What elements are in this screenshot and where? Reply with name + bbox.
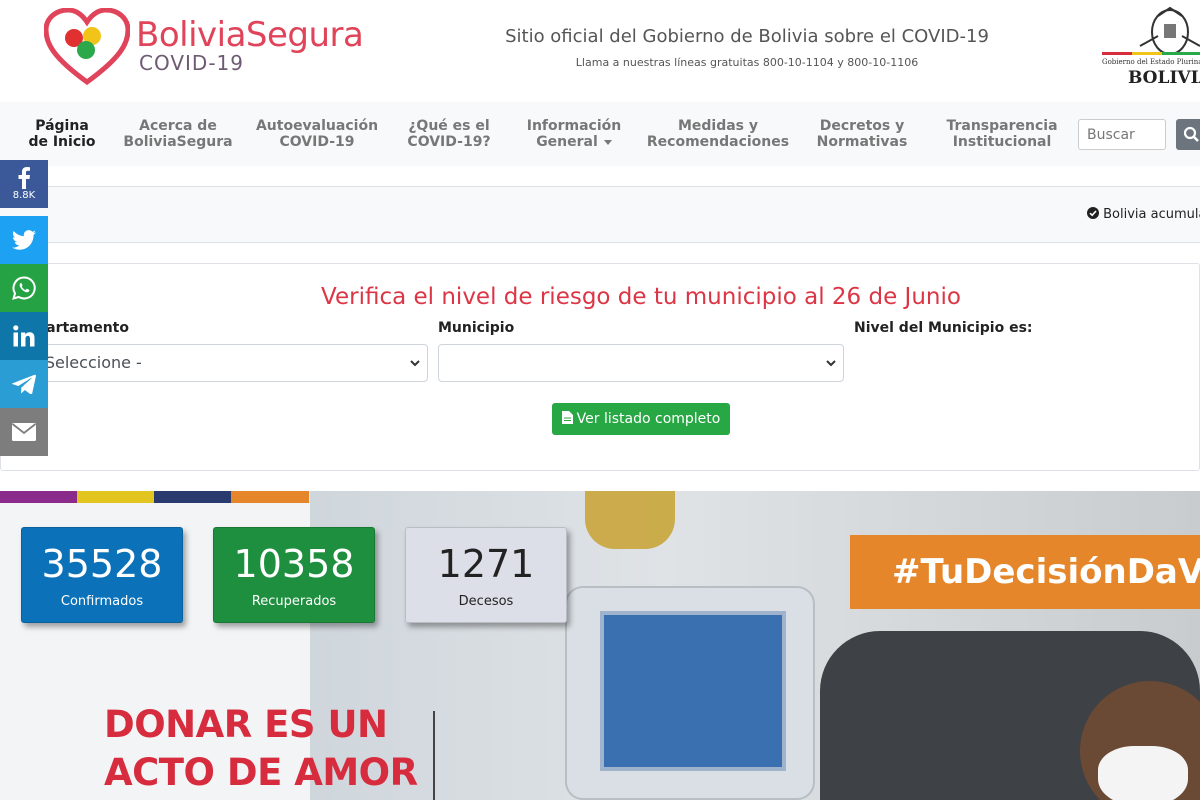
color-stripe xyxy=(154,491,231,503)
nav-label: General xyxy=(536,134,598,150)
nav-label: Recomendaciones xyxy=(646,134,790,150)
ticker-item[interactable]: Bolivia acumula xyxy=(1087,207,1200,222)
risk-checker-panel: Verifica el nivel de riesgo de tu munici… xyxy=(0,263,1200,471)
nav-label: Institucional xyxy=(952,134,1052,150)
nav-label: Medidas y xyxy=(677,118,759,134)
nav-label: Normativas xyxy=(816,134,908,150)
stat-value: 35528 xyxy=(41,542,163,586)
nav-label: Decretos y xyxy=(819,118,905,134)
stat-label: Recuperados xyxy=(251,594,337,609)
nav-label: Autoevaluación xyxy=(255,118,379,134)
nav-item-acerca[interactable]: Acerca de BoliviaSegura xyxy=(118,118,238,150)
site-header: BoliviaSegura COVID-19 Sitio oficial del… xyxy=(0,0,1200,102)
share-email-button[interactable] xyxy=(0,408,48,456)
risk-title: Verifica el nivel de riesgo de tu munici… xyxy=(321,284,961,310)
main-navbar: Página de Inicio Acerca de BoliviaSegura… xyxy=(0,102,1200,166)
site-logo[interactable]: BoliviaSegura COVID-19 xyxy=(44,8,389,88)
coat-of-arms-icon xyxy=(1102,6,1200,55)
file-icon xyxy=(561,411,573,424)
ver-listado-button[interactable]: Ver listado completo xyxy=(552,403,730,435)
gov-country-text: BOLIVIA xyxy=(1128,68,1200,88)
nav-label: Acerca de xyxy=(139,118,217,134)
envelope-icon xyxy=(12,423,36,441)
nav-label: ¿Qué es el xyxy=(408,118,490,134)
donation-slogan: DONAR ES UN ACTO DE AMOR xyxy=(104,701,418,797)
share-twitter-button[interactable] xyxy=(0,216,48,264)
telegram-icon xyxy=(12,374,36,394)
nav-item-inicio[interactable]: Página de Inicio xyxy=(22,118,102,150)
check-circle-icon xyxy=(1087,207,1099,219)
nav-label: Información xyxy=(526,118,622,134)
share-whatsapp-button[interactable] xyxy=(0,264,48,312)
stat-label: Decesos xyxy=(458,594,514,609)
hero-banner: #TuDecisiónDaVida 35528 Confirmados 1035… xyxy=(0,491,1200,800)
linkedin-icon xyxy=(13,325,35,347)
hotline-text: Llama a nuestras líneas gratuitas 800-10… xyxy=(575,56,919,69)
search-input[interactable] xyxy=(1078,119,1166,150)
share-telegram-button[interactable] xyxy=(0,360,48,408)
nav-label: COVID-19? xyxy=(407,134,491,150)
stat-decesos-card[interactable]: 1271 Decesos xyxy=(405,527,567,623)
color-stripe xyxy=(0,491,77,503)
slogan-line: ACTO DE AMOR xyxy=(104,751,418,794)
nivel-label: Nivel del Municipio es: xyxy=(854,320,1033,336)
stat-confirmados-card[interactable]: 35528 Confirmados xyxy=(21,527,183,623)
stat-recuperados-card[interactable]: 10358 Recuperados xyxy=(213,527,375,623)
nav-item-que-es[interactable]: ¿Qué es el COVID-19? xyxy=(398,118,500,150)
divider xyxy=(433,711,435,800)
ticker-text: Bolivia acumula xyxy=(1103,207,1200,222)
nav-label: BoliviaSegura xyxy=(123,134,233,150)
chevron-down-icon xyxy=(826,360,836,367)
slogan-line: DONAR ES UN xyxy=(104,703,388,746)
color-stripe xyxy=(77,491,154,503)
caret-down-icon xyxy=(603,139,612,145)
gov-small-text: Gobierno del Estado Plurinacional de xyxy=(1102,58,1200,66)
municipio-select[interactable] xyxy=(438,344,844,382)
ver-listado-label: Ver listado completo xyxy=(576,411,721,427)
share-facebook-button[interactable]: 8.8K xyxy=(0,160,48,208)
facebook-icon xyxy=(18,167,30,189)
stat-label: Confirmados xyxy=(60,594,144,609)
share-linkedin-button[interactable] xyxy=(0,312,48,360)
nav-item-informacion-dropdown[interactable]: Información General xyxy=(520,118,628,150)
blood-bag-image xyxy=(585,491,675,549)
nav-label: COVID-19 xyxy=(279,134,355,150)
hashtag-banner: #TuDecisiónDaVida xyxy=(850,535,1200,609)
facebook-share-count: 8.8K xyxy=(12,190,36,201)
face-mask-image xyxy=(1098,746,1188,800)
nav-item-decretos[interactable]: Decretos y Normativas xyxy=(810,118,914,150)
monitor-screen-image xyxy=(600,611,786,771)
twitter-icon xyxy=(12,230,36,250)
nav-label: de Inicio xyxy=(28,134,96,150)
departamento-value: - Seleccione - xyxy=(34,353,142,372)
government-logo[interactable]: Gobierno del Estado Plurinacional de BOL… xyxy=(1100,6,1200,88)
nav-item-transparencia[interactable]: Transparencia Institucional xyxy=(942,118,1062,150)
nav-item-autoevaluacion[interactable]: Autoevaluación COVID-19 xyxy=(252,118,382,150)
departamento-select[interactable]: - Seleccione - xyxy=(23,344,428,382)
whatsapp-icon xyxy=(12,276,36,300)
news-ticker: Bolivia acumula xyxy=(0,186,1200,243)
search-button[interactable] xyxy=(1176,119,1200,150)
nav-item-medidas[interactable]: Medidas y Recomendaciones xyxy=(642,118,794,150)
site-title: Sitio oficial del Gobierno de Bolivia so… xyxy=(505,26,989,47)
municipio-label: Municipio xyxy=(438,320,515,336)
nav-label: Transparencia xyxy=(946,118,1058,134)
chevron-down-icon xyxy=(410,360,420,367)
heart-logo-icon xyxy=(44,8,130,86)
nav-label: Página xyxy=(35,118,89,134)
stat-value: 10358 xyxy=(233,542,355,586)
color-stripe xyxy=(231,491,309,503)
stat-value: 1271 xyxy=(437,542,535,586)
search-icon xyxy=(1183,126,1199,142)
